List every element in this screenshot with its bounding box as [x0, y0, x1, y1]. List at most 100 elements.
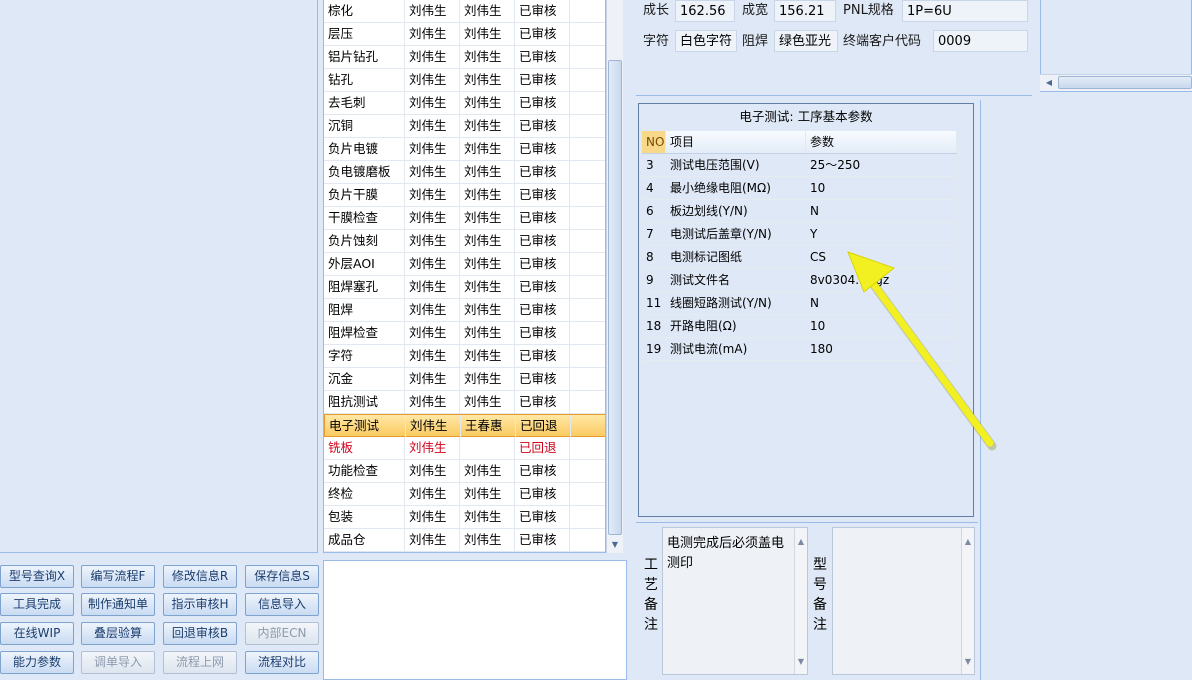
- process-status: 已审核: [515, 115, 570, 137]
- info-import-button[interactable]: 信息导入: [245, 593, 319, 616]
- process-maker: 刘伟生: [405, 299, 460, 321]
- left-panel: [0, 0, 318, 553]
- internal-ecn-button[interactable]: 内部ECN: [245, 622, 319, 645]
- process-row[interactable]: 负片电镀 刘伟生 刘伟生 已审核: [324, 138, 605, 161]
- remark-scrollbar[interactable]: ▲ ▼: [794, 528, 807, 674]
- capability-button[interactable]: 能力参数: [0, 651, 74, 674]
- tool-done-button[interactable]: 工具完成: [0, 593, 74, 616]
- column-header-param[interactable]: 参数: [806, 131, 957, 153]
- process-maker: 刘伟生: [405, 506, 460, 528]
- process-status: 已审核: [515, 483, 570, 505]
- parameter-row[interactable]: 9 测试文件名 8v0304.0.tgz: [642, 269, 957, 292]
- process-name: 钻孔: [324, 69, 405, 91]
- process-status: 已审核: [515, 138, 570, 160]
- process-row[interactable]: 成品仓 刘伟生 刘伟生 已审核: [324, 529, 605, 552]
- process-maker: 刘伟生: [405, 23, 460, 45]
- online-wip-button[interactable]: 在线WIP: [0, 622, 74, 645]
- char-label: 字符: [643, 34, 670, 49]
- parameter-no: 8: [642, 246, 666, 268]
- process-row[interactable]: 电子测试 刘伟生 王春惠 已回退: [324, 414, 605, 437]
- rollback-review-button[interactable]: 回退审核B: [163, 622, 237, 645]
- process-row[interactable]: 棕化 刘伟生 刘伟生 已审核: [324, 0, 605, 23]
- model-remark-scrollbar[interactable]: ▲ ▼: [961, 528, 974, 674]
- process-checker: [460, 437, 515, 459]
- parameter-row[interactable]: 7 电测试后盖章(Y/N) Y: [642, 223, 957, 246]
- process-checker: 刘伟生: [460, 322, 515, 344]
- process-maker: 刘伟生: [405, 92, 460, 114]
- parameter-row[interactable]: 8 电测标记图纸 CS: [642, 246, 957, 269]
- process-maker: 刘伟生: [405, 460, 460, 482]
- parameter-value: 10: [806, 177, 957, 199]
- parameter-item: 板边划线(Y/N): [666, 200, 806, 222]
- process-checker: 刘伟生: [460, 299, 515, 321]
- process-name: 铝片钻孔: [324, 46, 405, 68]
- scroll-left-icon[interactable]: ◀: [1043, 76, 1055, 89]
- horizontal-scroll-thumb[interactable]: [1058, 76, 1192, 89]
- parameter-value: 25～250: [806, 154, 957, 176]
- process-name: 阻焊: [324, 299, 405, 321]
- process-maker: 刘伟生: [405, 322, 460, 344]
- process-maker: 刘伟生: [405, 391, 460, 413]
- instruction-review-button[interactable]: 指示审核H: [163, 593, 237, 616]
- process-checker: 刘伟生: [460, 230, 515, 252]
- stack-check-button[interactable]: 叠层验算: [81, 622, 155, 645]
- process-row[interactable]: 去毛刺 刘伟生 刘伟生 已审核: [324, 92, 605, 115]
- edit-flow-button[interactable]: 编写流程F: [81, 565, 155, 588]
- process-row[interactable]: 沉金 刘伟生 刘伟生 已审核: [324, 368, 605, 391]
- pnl-label: PNL规格: [843, 3, 894, 18]
- scroll-down-icon[interactable]: ▼: [608, 538, 622, 552]
- process-checker: 刘伟生: [460, 368, 515, 390]
- process-row[interactable]: 阻焊检查 刘伟生 刘伟生 已审核: [324, 322, 605, 345]
- parameter-row[interactable]: 4 最小绝缘电阻(MΩ) 10: [642, 177, 957, 200]
- process-row[interactable]: 阻焊 刘伟生 刘伟生 已审核: [324, 299, 605, 322]
- process-row[interactable]: 铣板 刘伟生 已回退: [324, 437, 605, 460]
- save-info-button[interactable]: 保存信息S: [245, 565, 319, 588]
- process-maker: 刘伟生: [405, 529, 460, 551]
- process-row[interactable]: 外层AOI 刘伟生 刘伟生 已审核: [324, 253, 605, 276]
- process-row[interactable]: 阻焊塞孔 刘伟生 刘伟生 已审核: [324, 276, 605, 299]
- process-row[interactable]: 层压 刘伟生 刘伟生 已审核: [324, 23, 605, 46]
- process-row[interactable]: 字符 刘伟生 刘伟生 已审核: [324, 345, 605, 368]
- process-row[interactable]: 终检 刘伟生 刘伟生 已审核: [324, 483, 605, 506]
- process-status: 已审核: [515, 391, 570, 413]
- process-name: 包装: [324, 506, 405, 528]
- flow-compare-button[interactable]: 流程对比: [245, 651, 319, 674]
- modify-info-button[interactable]: 修改信息R: [163, 565, 237, 588]
- process-status: 已审核: [515, 184, 570, 206]
- process-row[interactable]: 功能检查 刘伟生 刘伟生 已审核: [324, 460, 605, 483]
- parameter-row[interactable]: 18 开路电阻(Ω) 10: [642, 315, 957, 338]
- process-name: 阻抗测试: [324, 391, 405, 413]
- process-row[interactable]: 负片蚀刻 刘伟生 刘伟生 已审核: [324, 230, 605, 253]
- parameter-row[interactable]: 11 线圈短路测试(Y/N) N: [642, 292, 957, 315]
- process-row[interactable]: 干膜检查 刘伟生 刘伟生 已审核: [324, 207, 605, 230]
- parameter-row[interactable]: 3 测试电压范围(V) 25～250: [642, 154, 957, 177]
- column-header-no[interactable]: NO: [642, 131, 666, 153]
- process-name: 字符: [324, 345, 405, 367]
- process-maker: 刘伟生: [405, 138, 460, 160]
- process-remark-textarea[interactable]: 电测完成后必须盖电测印 ▲ ▼: [662, 527, 808, 675]
- flow-upload-button[interactable]: 流程上网: [163, 651, 237, 674]
- model-query-button[interactable]: 型号查询X: [0, 565, 74, 588]
- process-row[interactable]: 钻孔 刘伟生 刘伟生 已审核: [324, 69, 605, 92]
- process-row[interactable]: 负电镀磨板 刘伟生 刘伟生 已审核: [324, 161, 605, 184]
- parameter-row[interactable]: 19 测试电流(mA) 180: [642, 338, 957, 361]
- parameter-row[interactable]: 6 板边划线(Y/N) N: [642, 200, 957, 223]
- process-name: 外层AOI: [324, 253, 405, 275]
- model-remark-textarea[interactable]: ▲ ▼: [832, 527, 975, 675]
- grid-scroll-thumb[interactable]: [608, 60, 622, 535]
- process-maker: 刘伟生: [405, 207, 460, 229]
- process-row[interactable]: 铝片钻孔 刘伟生 刘伟生 已审核: [324, 46, 605, 69]
- process-status: 已审核: [515, 529, 570, 551]
- process-row[interactable]: 包装 刘伟生 刘伟生 已审核: [324, 506, 605, 529]
- parameter-value: Y: [806, 223, 957, 245]
- column-header-item[interactable]: 项目: [666, 131, 806, 153]
- process-row[interactable]: 负片干膜 刘伟生 刘伟生 已审核: [324, 184, 605, 207]
- process-row[interactable]: 阻抗测试 刘伟生 刘伟生 已审核: [324, 391, 605, 414]
- make-notice-button[interactable]: 制作通知单: [81, 593, 155, 616]
- order-import-button[interactable]: 调单导入: [81, 651, 155, 674]
- process-row[interactable]: 沉铜 刘伟生 刘伟生 已审核: [324, 115, 605, 138]
- process-checker: 刘伟生: [460, 0, 515, 22]
- process-checker: 刘伟生: [460, 345, 515, 367]
- process-status: 已审核: [515, 276, 570, 298]
- model-remark-label-text: 型号备注: [813, 557, 827, 633]
